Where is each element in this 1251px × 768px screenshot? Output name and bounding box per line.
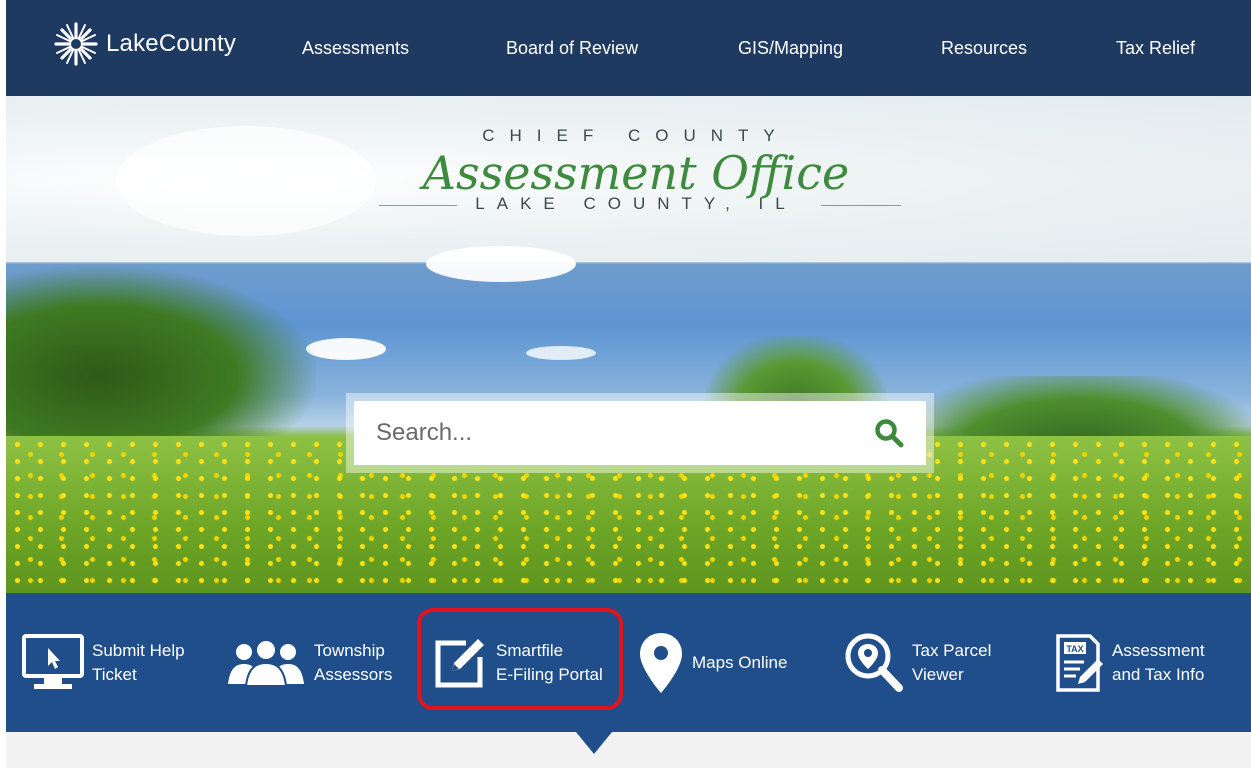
logo-text: LakeCounty — [106, 30, 237, 57]
quick-link-maps-online[interactable]: Maps Online — [638, 593, 787, 732]
content-area-top — [6, 732, 1251, 768]
quick-link-submit-help-ticket[interactable]: Submit Help Ticket — [22, 593, 185, 732]
office-title-line3-wrap: LAKE COUNTY, IL — [371, 194, 901, 216]
cloud — [116, 126, 376, 236]
nav-resources[interactable]: Resources — [941, 38, 1027, 59]
cloud — [526, 346, 596, 360]
search-input[interactable] — [376, 411, 846, 455]
cloud — [306, 338, 386, 360]
quick-link-tax-parcel-viewer[interactable]: Tax Parcel Viewer — [844, 593, 991, 732]
map-pin-icon — [640, 632, 682, 693]
search-field-wrap — [354, 401, 926, 465]
top-navigation: LakeCounty Assessments Board of Review G… — [6, 0, 1251, 96]
search-icon[interactable] — [874, 418, 904, 448]
office-title: CHIEF COUNTY Assessment Office LAKE COUN… — [371, 126, 901, 216]
nav-gis-mapping[interactable]: GIS/Mapping — [738, 38, 843, 59]
active-pointer-arrow — [576, 732, 612, 754]
people-group-icon — [228, 638, 304, 687]
cloud — [426, 246, 576, 282]
lake-county-logo[interactable]: LakeCounty — [52, 16, 236, 72]
office-title-line1: CHIEF COUNTY — [482, 126, 790, 145]
office-title-line3: LAKE COUNTY, IL — [475, 194, 797, 213]
divider — [379, 205, 457, 206]
quick-link-label: Township Assessors — [314, 640, 393, 684]
monitor-cursor-icon — [22, 633, 84, 689]
quick-link-township-assessors[interactable]: Township Assessors — [226, 593, 392, 732]
page: LakeCounty Assessments Board of Review G… — [0, 0, 1251, 768]
quick-link-assessment-and-tax-info[interactable]: TAX Assessment and Tax Info — [1054, 593, 1205, 732]
quick-link-label: Maps Online — [692, 652, 788, 672]
quick-link-label: Tax Parcel Viewer — [912, 640, 992, 684]
hero-banner: CHIEF COUNTY Assessment Office LAKE COUN… — [6, 96, 1251, 593]
magnify-pin-icon — [845, 633, 903, 692]
svg-text:TAX: TAX — [1066, 644, 1083, 654]
quick-link-label: Submit Help Ticket — [92, 640, 185, 684]
starburst-logo-icon — [54, 22, 98, 66]
tax-document-icon: TAX — [1056, 633, 1103, 692]
office-title-script: Assessment Office — [422, 146, 850, 200]
quick-link-label: Assessment and Tax Info — [1112, 640, 1205, 684]
quick-links-bar: Submit Help Ticket Township Assessors Sm… — [6, 593, 1251, 732]
divider — [821, 205, 901, 206]
nav-tax-relief[interactable]: Tax Relief — [1116, 38, 1195, 59]
nav-board-of-review[interactable]: Board of Review — [506, 38, 638, 59]
search-box — [346, 393, 934, 473]
nav-assessments[interactable]: Assessments — [302, 38, 409, 59]
smartfile-highlight-box — [417, 608, 623, 710]
